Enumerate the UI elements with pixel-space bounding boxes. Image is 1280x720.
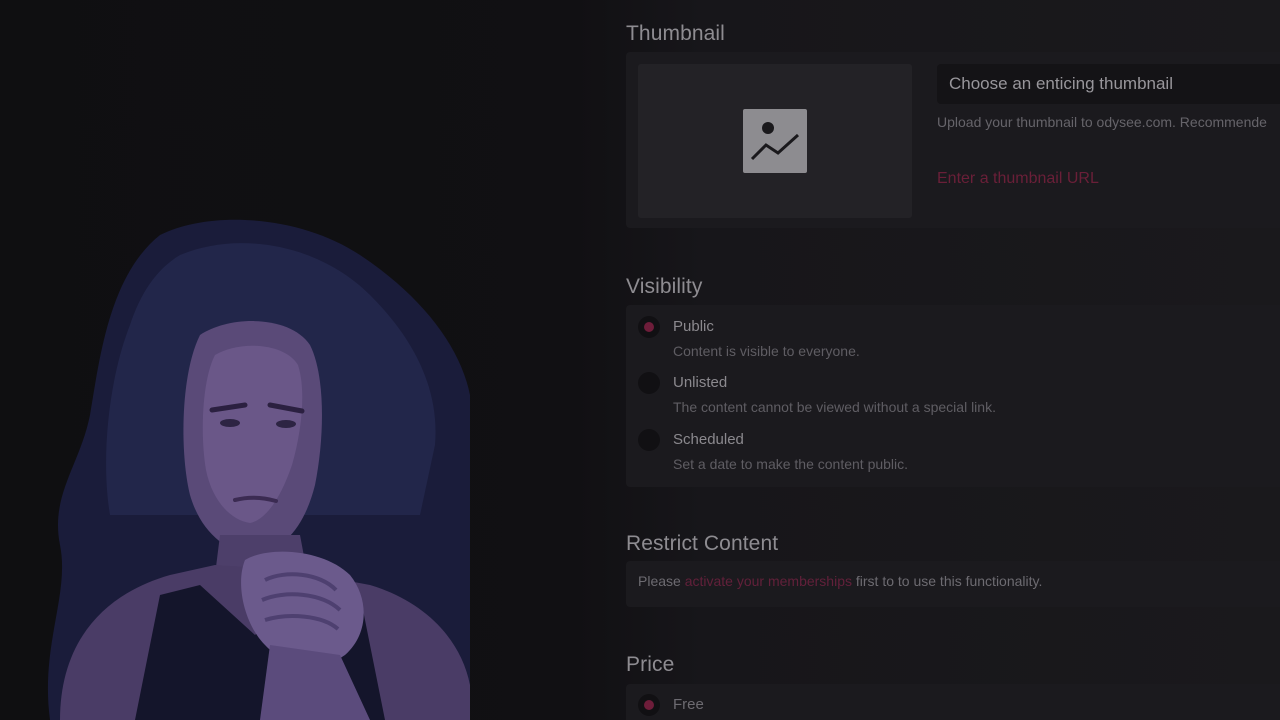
radio-button[interactable] bbox=[638, 372, 660, 394]
restrict-section-title: Restrict Content bbox=[626, 532, 779, 555]
thumbnail-upload-input[interactable]: Choose an enticing thumbnail bbox=[937, 64, 1280, 104]
visibility-option-unlisted[interactable]: Unlisted The content cannot be viewed wi… bbox=[638, 372, 1258, 420]
radio-description: Set a date to make the content public. bbox=[673, 456, 909, 472]
thumbnail-help-text: Upload your thumbnail to odysee.com. Rec… bbox=[937, 114, 1267, 130]
thumbnail-preview[interactable] bbox=[638, 64, 912, 218]
webcam-overlay bbox=[40, 215, 470, 720]
thumbnail-card: Choose an enticing thumbnail Upload your… bbox=[626, 52, 1280, 228]
visibility-section-title: Visibility bbox=[626, 275, 703, 298]
radio-description: Content is visible to everyone. bbox=[673, 343, 860, 359]
visibility-card: Public Content is visible to everyone. U… bbox=[626, 305, 1280, 487]
activate-memberships-link[interactable]: activate your memberships bbox=[685, 573, 852, 589]
thumbnail-url-link[interactable]: Enter a thumbnail URL bbox=[937, 170, 1099, 188]
image-icon bbox=[743, 109, 807, 173]
radio-label: Public bbox=[673, 318, 714, 335]
radio-label: Scheduled bbox=[673, 431, 744, 448]
radio-button[interactable] bbox=[638, 429, 660, 451]
visibility-option-public[interactable]: Public Content is visible to everyone. bbox=[638, 316, 1258, 364]
restrict-message: Please activate your memberships first t… bbox=[638, 573, 1042, 589]
publish-form: Thumbnail Choose an enticing thumbnail U… bbox=[626, 0, 1280, 720]
radio-label: Unlisted bbox=[673, 374, 728, 391]
screen: Thumbnail Choose an enticing thumbnail U… bbox=[0, 0, 1280, 720]
price-card: Free bbox=[626, 684, 1280, 720]
restrict-card: Please activate your memberships first t… bbox=[626, 561, 1280, 607]
price-section-title: Price bbox=[626, 653, 675, 676]
price-option-free[interactable]: Free bbox=[638, 694, 1258, 720]
streamer-image bbox=[47, 219, 470, 720]
radio-description: The content cannot be viewed without a s… bbox=[673, 399, 996, 415]
visibility-option-scheduled[interactable]: Scheduled Set a date to make the content… bbox=[638, 429, 1258, 477]
radio-label: Free bbox=[673, 696, 704, 713]
restrict-prefix: Please bbox=[638, 573, 685, 589]
radio-button[interactable] bbox=[638, 316, 660, 338]
restrict-suffix: first to to use this functionality. bbox=[852, 573, 1043, 589]
thumbnail-section-title: Thumbnail bbox=[626, 22, 725, 45]
radio-button[interactable] bbox=[638, 694, 660, 716]
